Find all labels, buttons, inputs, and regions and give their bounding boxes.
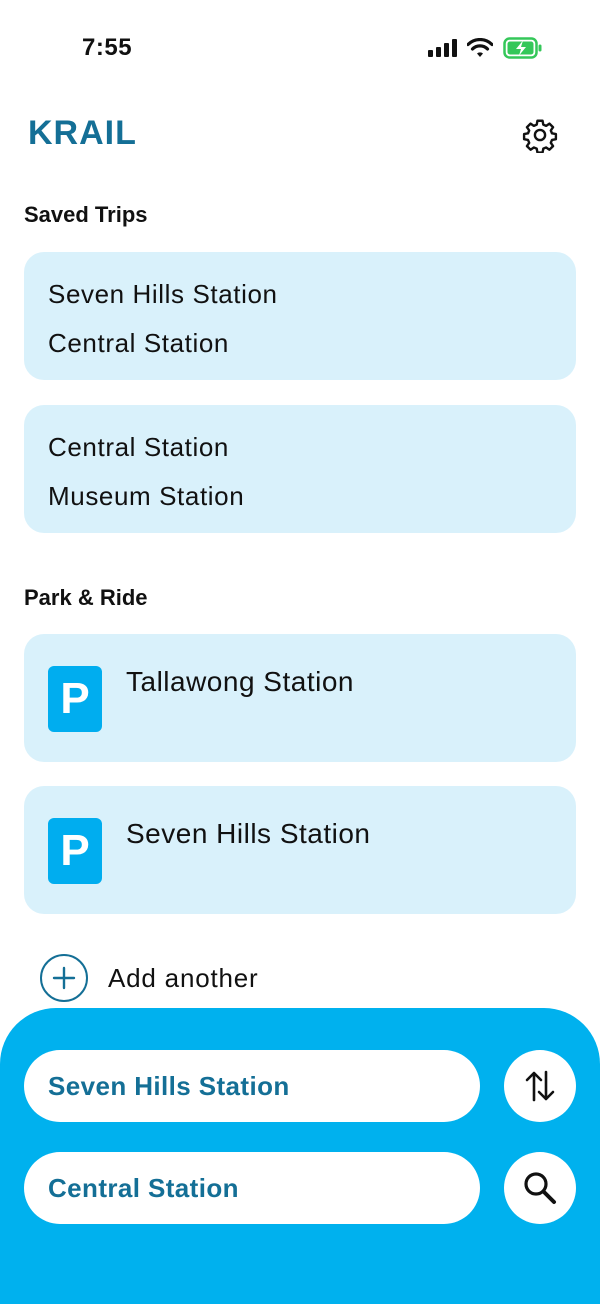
- parking-icon: P: [48, 818, 102, 884]
- park-ride-heading: Park & Ride: [24, 585, 148, 610]
- parking-icon: P: [48, 666, 102, 732]
- saved-trips-heading: Saved Trips: [24, 202, 148, 227]
- add-another-label: Add another: [108, 962, 259, 993]
- to-station-field[interactable]: Central Station: [24, 1152, 480, 1224]
- gear-icon: [522, 119, 558, 153]
- search-button[interactable]: [504, 1152, 576, 1224]
- swap-arrows-icon: [525, 1070, 555, 1102]
- settings-button[interactable]: [520, 115, 560, 155]
- trip-search-panel: Seven Hills Station Central Station: [0, 1008, 600, 1304]
- add-another-button[interactable]: Add another: [40, 954, 258, 1002]
- search-icon: [524, 1172, 556, 1204]
- swap-stations-button[interactable]: [504, 1050, 576, 1122]
- park-ride-station-name: Seven Hills Station: [126, 818, 371, 849]
- from-station-field[interactable]: Seven Hills Station: [24, 1050, 480, 1122]
- saved-trip-card[interactable]: Seven Hills Station Central Station: [24, 252, 576, 380]
- park-ride-station-name: Tallawong Station: [126, 666, 354, 697]
- wifi-icon: [467, 38, 493, 57]
- status-icons: [428, 36, 543, 60]
- trip-from: Central Station: [48, 432, 229, 462]
- status-time: 7:55: [82, 34, 133, 61]
- park-ride-card[interactable]: P Tallawong Station: [24, 634, 576, 762]
- park-ride-card[interactable]: P Seven Hills Station: [24, 786, 576, 914]
- app-title: KRAIL: [28, 114, 137, 152]
- trip-to: Museum Station: [48, 481, 245, 511]
- cellular-signal-icon: [428, 39, 457, 57]
- trip-from: Seven Hills Station: [48, 279, 278, 309]
- saved-trip-card[interactable]: Central Station Museum Station: [24, 405, 576, 533]
- plus-circle-icon: [40, 954, 88, 1002]
- battery-charging-icon: [503, 37, 542, 59]
- trip-to: Central Station: [48, 328, 229, 358]
- screen: 7:55 KRAIL Saved Trips Seven Hills Stati…: [0, 0, 600, 1304]
